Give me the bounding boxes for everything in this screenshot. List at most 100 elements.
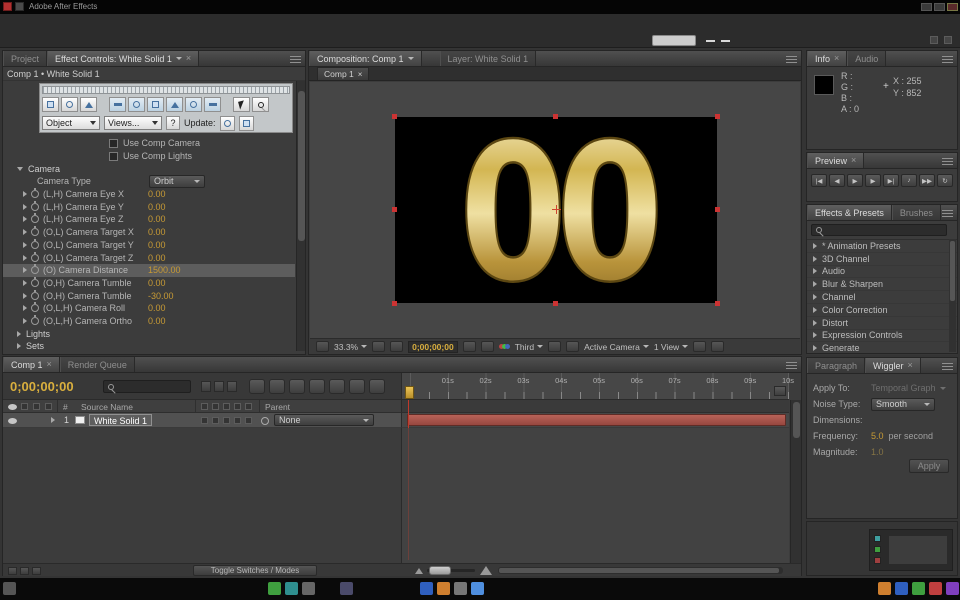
tab-close-icon[interactable]: ×	[186, 54, 191, 63]
fx-column-icon[interactable]	[212, 403, 219, 410]
timeline-vertical-scrollbar[interactable]	[790, 400, 801, 563]
twirl-icon[interactable]	[23, 280, 27, 286]
twirl-icon[interactable]	[813, 320, 817, 326]
zoom-out-mountain-icon[interactable]	[415, 568, 423, 574]
effects-list-item[interactable]: Channel	[807, 291, 957, 304]
grid-guides-icon[interactable]	[372, 341, 385, 352]
selection-handle[interactable]	[392, 114, 397, 119]
mask-visibility-icon[interactable]	[390, 341, 403, 352]
audio-button[interactable]: ♪	[901, 174, 917, 187]
param-value[interactable]: 0.00	[148, 240, 166, 250]
param-value[interactable]: 0.00	[148, 278, 166, 288]
tab-close-icon[interactable]: ×	[47, 360, 52, 369]
use-comp-camera-checkbox[interactable]	[109, 139, 118, 148]
close-button[interactable]	[947, 3, 958, 11]
plugin-view-icon[interactable]	[128, 97, 145, 112]
camera-type-dropdown[interactable]: Orbit	[149, 175, 205, 188]
next-frame-button[interactable]: ▶	[865, 174, 881, 187]
plugin-view-icon[interactable]	[204, 97, 221, 112]
motion-blur-icon[interactable]	[269, 379, 285, 394]
tab-paragraph[interactable]: Paragraph	[807, 358, 865, 373]
twirl-icon[interactable]	[813, 345, 817, 351]
swatch-red[interactable]	[874, 557, 881, 564]
layer-duration-bar[interactable]	[407, 414, 786, 426]
vertical-scrollbar[interactable]	[949, 239, 956, 352]
comp-mini-flowchart-icon[interactable]	[201, 381, 211, 392]
param-value[interactable]: -30.00	[148, 291, 174, 301]
effects-list-item[interactable]: Expression Controls	[807, 330, 957, 343]
panel-menu-icon[interactable]	[942, 210, 953, 217]
timeline-zoom-slider[interactable]	[427, 569, 475, 572]
stopwatch-icon[interactable]	[31, 215, 39, 223]
taskbar-app-icon[interactable]	[912, 582, 925, 595]
magnitude-value[interactable]: 1.0	[871, 447, 884, 457]
blend-column-icon[interactable]	[223, 403, 230, 410]
workspace-chip[interactable]	[652, 35, 696, 46]
twirl-down-icon[interactable]	[17, 167, 23, 171]
param-value[interactable]: 0.00	[148, 214, 166, 224]
effects-list-item[interactable]: Distort	[807, 317, 957, 330]
object-dropdown[interactable]: Object	[42, 116, 100, 130]
stopwatch-icon[interactable]	[31, 241, 39, 249]
tab-render-queue[interactable]: Render Queue	[60, 357, 135, 372]
zoom-in-mountain-icon[interactable]	[480, 566, 492, 575]
magnifier-icon[interactable]	[252, 97, 269, 112]
effects-list-item[interactable]: 3D Channel	[807, 253, 957, 266]
scrollbar-thumb[interactable]	[499, 568, 779, 573]
param-value[interactable]: 1500.00	[148, 265, 181, 275]
taskbar-app-icon[interactable]	[420, 582, 433, 595]
frame-blend-icon[interactable]	[249, 379, 265, 394]
stopwatch-icon[interactable]	[31, 228, 39, 236]
subtab-comp1[interactable]: Comp 1 ×	[317, 67, 369, 80]
parent-pickwhip-icon[interactable]	[261, 417, 269, 425]
noise-type-dropdown[interactable]: Smooth	[871, 398, 935, 411]
frequency-value[interactable]: 5.0	[871, 431, 884, 441]
stopwatch-icon[interactable]	[31, 190, 39, 198]
stopwatch-icon[interactable]	[31, 266, 39, 274]
tab-close-icon[interactable]: ×	[908, 361, 913, 370]
plugin-view-icon[interactable]	[185, 97, 202, 112]
taskbar-app-icon[interactable]	[471, 582, 484, 595]
tab-audio[interactable]: Audio	[847, 51, 886, 66]
shy-layers-icon[interactable]	[227, 381, 237, 392]
pixel-aspect-icon[interactable]	[693, 341, 706, 352]
snapshot-camera-icon[interactable]	[463, 341, 476, 352]
param-value[interactable]: 0.00	[148, 227, 166, 237]
always-preview-icon[interactable]	[316, 341, 329, 352]
tab-wiggler[interactable]: Wiggler×	[865, 358, 921, 373]
toggle-switches-modes-button[interactable]: Toggle Switches / Modes	[193, 565, 317, 576]
adjustment-icon[interactable]	[369, 379, 385, 394]
layer-eye-icon[interactable]	[8, 418, 17, 424]
twirl-icon[interactable]	[813, 294, 817, 300]
loop-button[interactable]: ↻	[937, 174, 953, 187]
fast-previews-icon[interactable]	[711, 341, 724, 352]
layer-switch-box[interactable]	[212, 417, 219, 424]
update-refresh-icon[interactable]	[220, 116, 235, 131]
swatch-green[interactable]	[874, 546, 881, 553]
taskbar-app-icon[interactable]	[929, 582, 942, 595]
help-button[interactable]: ?	[166, 116, 180, 130]
layer-color-swatch[interactable]	[75, 416, 85, 424]
taskbar-app-icon[interactable]	[454, 582, 467, 595]
eye-column-icon[interactable]	[8, 404, 17, 410]
selection-handle[interactable]	[553, 114, 558, 119]
solo-column-icon[interactable]	[33, 403, 40, 410]
twirl-icon[interactable]	[23, 293, 27, 299]
effects-search-input[interactable]	[811, 224, 947, 236]
window-control-icon[interactable]	[944, 36, 952, 44]
twirl-icon[interactable]	[813, 332, 817, 338]
panel-menu-icon[interactable]	[290, 56, 301, 63]
effects-list-item[interactable]: * Animation Presets	[807, 240, 957, 253]
swatch-teal[interactable]	[874, 535, 881, 542]
tab-effects-presets[interactable]: Effects & Presets	[807, 205, 892, 220]
anchor-crosshair-icon[interactable]	[556, 205, 557, 214]
taskbar-app-icon[interactable]	[878, 582, 891, 595]
ram-preview-button[interactable]: ▶▶	[919, 174, 935, 187]
twirl-icon[interactable]	[23, 191, 27, 197]
taskbar-app-icon[interactable]	[340, 582, 353, 595]
plugin-scroll-strip[interactable]	[42, 86, 290, 94]
tab-info[interactable]: Info×	[807, 51, 847, 66]
minimize-button[interactable]	[921, 3, 932, 11]
layer-row[interactable]: 1 White Solid 1 None	[3, 413, 401, 428]
draft-3d-icon[interactable]	[214, 381, 224, 392]
